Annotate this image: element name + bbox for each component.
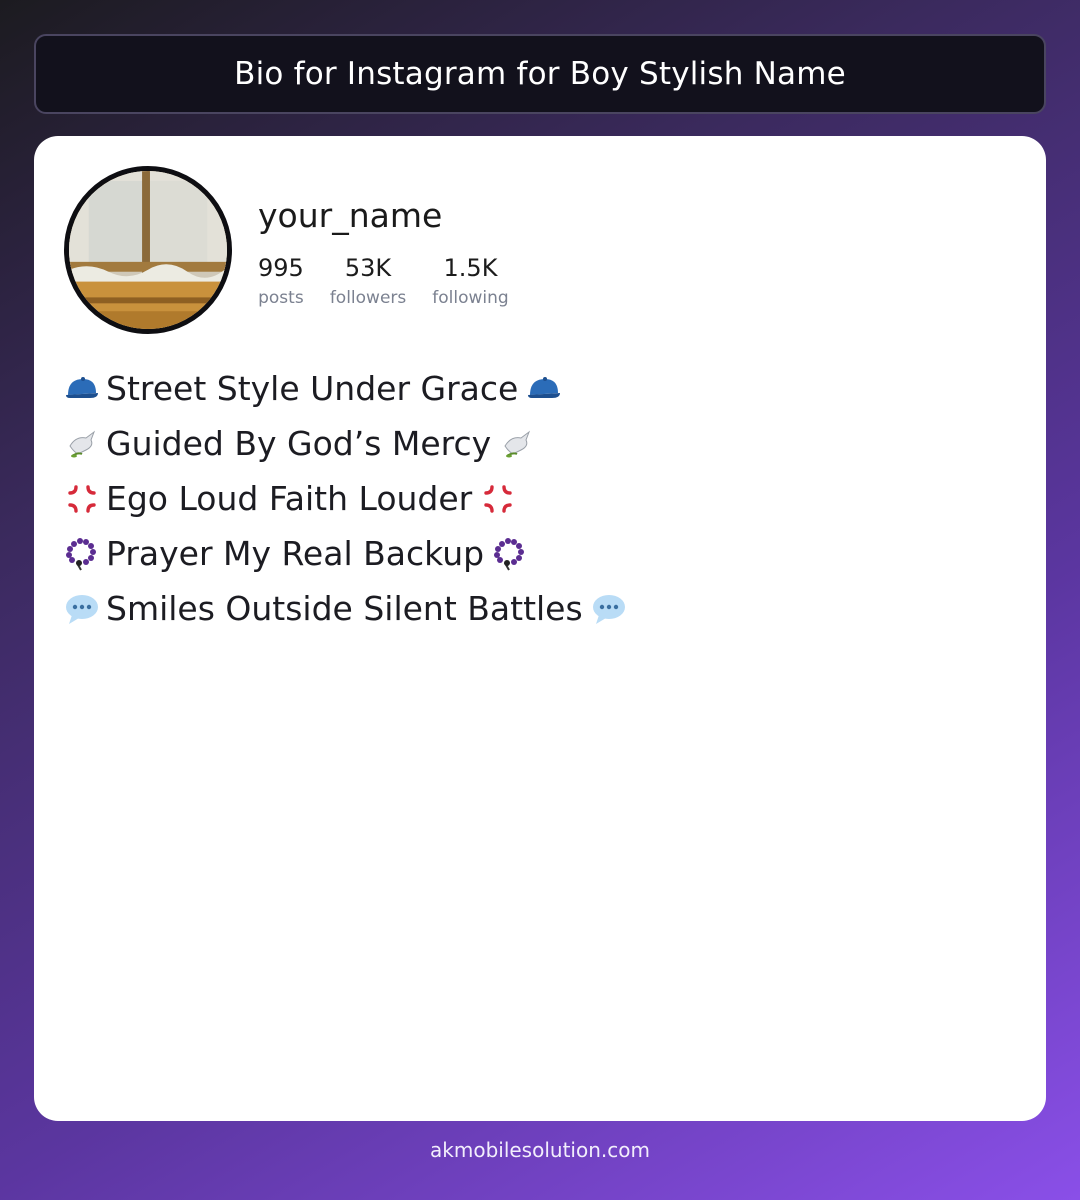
bio-line: Guided By God’s Mercy bbox=[64, 416, 627, 471]
avatar[interactable] bbox=[64, 166, 232, 334]
bio-line: Prayer My Real Backup bbox=[64, 526, 627, 581]
dove-icon bbox=[64, 426, 100, 462]
bio-line-text: Street Style Under Grace bbox=[106, 369, 519, 408]
speech-bubble-icon bbox=[64, 591, 100, 627]
stat-value: 1.5K bbox=[443, 254, 498, 282]
cap-icon bbox=[64, 371, 100, 407]
anger-icon bbox=[480, 481, 516, 517]
bio-line: Smiles Outside Silent Battles bbox=[64, 581, 627, 636]
stat-posts[interactable]: 995 posts bbox=[258, 254, 304, 308]
stat-label: posts bbox=[258, 288, 304, 308]
stat-value: 53K bbox=[344, 254, 392, 282]
bio: Street Style Under Grace Guided By God’s… bbox=[64, 361, 627, 636]
avatar-image bbox=[69, 171, 227, 329]
cap-icon bbox=[526, 371, 562, 407]
bio-line-text: Smiles Outside Silent Battles bbox=[106, 589, 583, 628]
bio-line-text: Ego Loud Faith Louder bbox=[106, 479, 473, 518]
prayer-beads-icon bbox=[64, 536, 100, 572]
bio-line: Street Style Under Grace bbox=[64, 361, 627, 416]
username: your_name bbox=[258, 196, 443, 235]
anger-icon bbox=[64, 481, 100, 517]
page-title: Bio for Instagram for Boy Stylish Name bbox=[234, 56, 846, 92]
profile-stats: 995 posts 53K followers 1.5K following bbox=[258, 254, 509, 308]
stat-followers[interactable]: 53K followers bbox=[330, 254, 406, 308]
profile-card: your_name 995 posts 53K followers 1.5K f… bbox=[34, 136, 1046, 1121]
stat-label: following bbox=[432, 288, 509, 308]
prayer-beads-icon bbox=[492, 536, 528, 572]
bio-line: Ego Loud Faith Louder bbox=[64, 471, 627, 526]
speech-bubble-icon bbox=[591, 591, 627, 627]
stat-following[interactable]: 1.5K following bbox=[432, 254, 508, 308]
stat-value: 995 bbox=[258, 254, 304, 282]
title-bar: Bio for Instagram for Boy Stylish Name bbox=[34, 34, 1046, 114]
stat-label: followers bbox=[329, 288, 407, 308]
bio-line-text: Prayer My Real Backup bbox=[106, 534, 485, 573]
bio-line-text: Guided By God’s Mercy bbox=[106, 424, 492, 463]
footer-site-link[interactable]: akmobilesolution.com bbox=[0, 1138, 1080, 1162]
dove-icon bbox=[499, 426, 535, 462]
